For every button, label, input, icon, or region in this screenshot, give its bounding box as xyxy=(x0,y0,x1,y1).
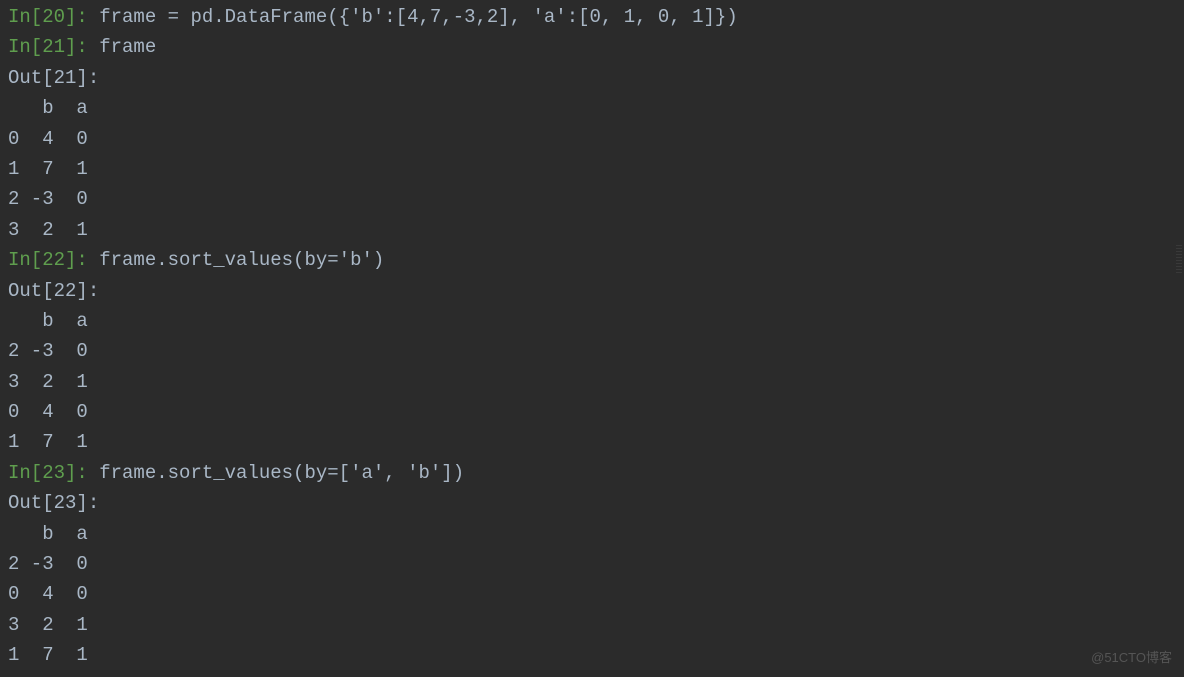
output-line: 3 2 1 xyxy=(8,215,1176,245)
in-prompt: In[23]: xyxy=(8,462,88,484)
out-prompt: Out[21]: xyxy=(8,67,99,89)
output-prompt-line: Out[21]: xyxy=(8,63,1176,93)
output-line: 3 2 1 xyxy=(8,610,1176,640)
output-line: 3 2 1 xyxy=(8,367,1176,397)
in-prompt: In[21]: xyxy=(8,36,88,58)
output-line: b a xyxy=(8,93,1176,123)
in-code: frame xyxy=(88,36,156,58)
in-code: frame.sort_values(by='b') xyxy=(88,249,384,271)
in-code: frame = pd.DataFrame({'b':[4,7,-3,2], 'a… xyxy=(88,6,738,28)
in-prompt: In[22]: xyxy=(8,249,88,271)
input-line: In[23]: frame.sort_values(by=['a', 'b']) xyxy=(8,458,1176,488)
watermark-text: @51CTO博客 xyxy=(1091,648,1172,669)
output-line: 2 -3 0 xyxy=(8,184,1176,214)
out-prompt: Out[22]: xyxy=(8,280,99,302)
output-line: b a xyxy=(8,306,1176,336)
in-prompt: In[20]: xyxy=(8,6,88,28)
output-line: 0 4 0 xyxy=(8,397,1176,427)
scrollbar-indicator[interactable] xyxy=(1176,245,1182,273)
output-line: 2 -3 0 xyxy=(8,336,1176,366)
output-prompt-line: Out[23]: xyxy=(8,488,1176,518)
input-line: In[20]: frame = pd.DataFrame({'b':[4,7,-… xyxy=(8,2,1176,32)
input-line: In[22]: frame.sort_values(by='b') xyxy=(8,245,1176,275)
output-line: b a xyxy=(8,519,1176,549)
out-prompt: Out[23]: xyxy=(8,492,99,514)
in-code: frame.sort_values(by=['a', 'b']) xyxy=(88,462,464,484)
output-line: 1 7 1 xyxy=(8,640,1176,670)
input-line: In[21]: frame xyxy=(8,32,1176,62)
output-line: 1 7 1 xyxy=(8,427,1176,457)
output-line: 0 4 0 xyxy=(8,124,1176,154)
output-prompt-line: Out[22]: xyxy=(8,276,1176,306)
output-line: 1 7 1 xyxy=(8,154,1176,184)
terminal-output[interactable]: In[20]: frame = pd.DataFrame({'b':[4,7,-… xyxy=(0,0,1184,673)
output-line: 0 4 0 xyxy=(8,579,1176,609)
output-line: 2 -3 0 xyxy=(8,549,1176,579)
